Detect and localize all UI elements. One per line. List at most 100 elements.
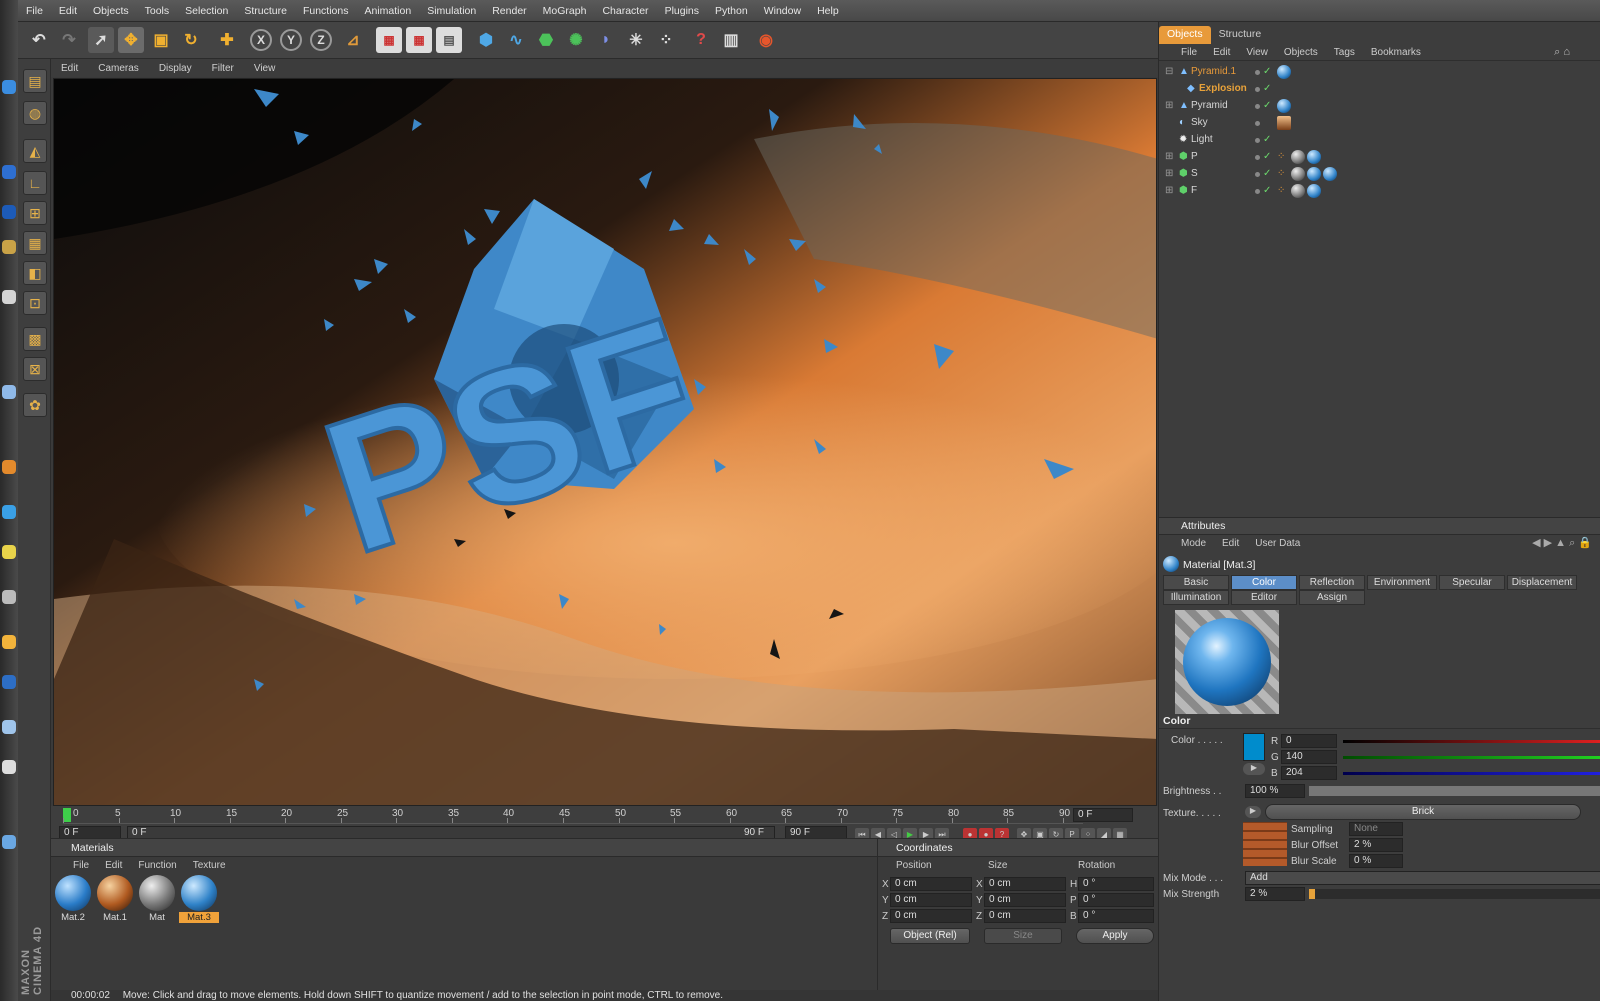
menu-help[interactable]: Help	[809, 5, 847, 17]
y-axis-lock-icon[interactable]: Y	[280, 29, 302, 51]
material-swatch[interactable]: Mat	[137, 875, 177, 925]
coordinate-mode-select[interactable]: Object (Rel)	[890, 928, 970, 944]
mix-strength-field[interactable]: 2 %	[1245, 887, 1305, 901]
points-mode-icon[interactable]: ⊞	[23, 201, 47, 225]
menu-edit[interactable]: Edit	[51, 5, 85, 17]
render-settings-icon[interactable]: ▤	[436, 27, 462, 53]
menu-tools[interactable]: Tools	[137, 5, 178, 17]
material-tag-icon[interactable]	[1277, 65, 1291, 79]
menu-structure[interactable]: Structure	[236, 5, 295, 17]
object-row-f[interactable]: ⊞ ⬢ F ✓ ⁘	[1165, 183, 1595, 200]
brightness-field[interactable]: 100 %	[1245, 784, 1305, 798]
menu-plugins[interactable]: Plugins	[657, 5, 707, 17]
enabled-check-icon[interactable]: ✓	[1263, 168, 1271, 179]
obj-menu-file[interactable]: File	[1173, 47, 1205, 58]
dock-app-icon[interactable]	[2, 635, 16, 649]
edges-mode-icon[interactable]: ▦	[23, 231, 47, 255]
texture-button[interactable]: Brick	[1265, 804, 1581, 820]
b-slider[interactable]	[1343, 772, 1600, 775]
enabled-check-icon[interactable]: ✓	[1263, 185, 1271, 196]
scene-icon[interactable]: ✳	[623, 27, 649, 53]
menu-objects[interactable]: Objects	[85, 5, 137, 17]
sampling-select[interactable]: None	[1349, 822, 1403, 836]
dock-app-icon[interactable]	[2, 460, 16, 474]
enabled-check-icon[interactable]: ✓	[1263, 134, 1271, 145]
object-row-p[interactable]: ⊞ ⬢ P ✓ ⁘	[1165, 149, 1595, 166]
vp-menu-edit[interactable]: Edit	[51, 63, 88, 74]
obj-menu-objects[interactable]: Objects	[1276, 47, 1326, 58]
tab-objects[interactable]: Objects	[1159, 26, 1211, 44]
expand-icon[interactable]: ⊞	[1165, 185, 1173, 196]
size-z-field[interactable]: 0 cm	[984, 909, 1066, 923]
dock-app-icon[interactable]	[2, 165, 16, 179]
tab-assign[interactable]: Assign	[1299, 590, 1365, 605]
coordinate-system-icon[interactable]: ⊿	[340, 27, 366, 53]
expand-icon[interactable]: ⊞	[1165, 168, 1173, 179]
enabled-check-icon[interactable]: ✓	[1263, 66, 1271, 77]
material-tag-icon[interactable]	[1307, 167, 1321, 181]
help-icon[interactable]: ?	[688, 27, 714, 53]
menu-animation[interactable]: Animation	[356, 5, 419, 17]
playhead-marker[interactable]	[63, 808, 71, 822]
workplane-icon[interactable]: ⊠	[23, 357, 47, 381]
visibility-dot[interactable]	[1255, 155, 1260, 160]
polygons-mode-icon[interactable]: ◧	[23, 261, 47, 285]
object-name[interactable]: Explosion	[1199, 83, 1247, 94]
r-slider[interactable]	[1343, 740, 1600, 743]
enabled-check-icon[interactable]: ✓	[1263, 100, 1271, 111]
obj-menu-edit[interactable]: Edit	[1205, 47, 1238, 58]
mix-strength-slider[interactable]	[1309, 889, 1600, 899]
object-name[interactable]: S	[1191, 168, 1198, 179]
enabled-check-icon[interactable]: ✓	[1263, 83, 1271, 94]
dock-app-icon[interactable]	[2, 80, 16, 94]
object-row-sky[interactable]: ◐ Sky	[1165, 115, 1595, 132]
deformer-icon[interactable]: ◗	[593, 27, 619, 53]
object-name[interactable]: Light	[1191, 134, 1213, 145]
size-x-field[interactable]: 0 cm	[984, 877, 1066, 891]
mograph-cloner-icon[interactable]: ✺	[563, 27, 589, 53]
visibility-dot[interactable]	[1255, 87, 1260, 92]
material-tag-icon[interactable]	[1291, 184, 1305, 198]
menu-selection[interactable]: Selection	[177, 5, 236, 17]
dock-app-icon[interactable]	[2, 760, 16, 774]
object-row-explosion[interactable]: ◆ Explosion ✓	[1165, 81, 1595, 98]
materials-menu-file[interactable]: File	[65, 860, 97, 871]
object-row-pyramid[interactable]: ⊞ ▲ Pyramid ✓	[1165, 98, 1595, 115]
tab-reflection[interactable]: Reflection	[1299, 575, 1365, 590]
tab-illumination[interactable]: Illumination	[1163, 590, 1229, 605]
visibility-dot[interactable]	[1255, 104, 1260, 109]
materials-menu-texture[interactable]: Texture	[185, 860, 234, 871]
move-tool-icon[interactable]: ✥	[118, 27, 144, 53]
redo-icon[interactable]: ↷	[56, 27, 82, 53]
menu-render[interactable]: Render	[484, 5, 534, 17]
phong-tag-icon[interactable]: ⁘	[1277, 168, 1285, 179]
apply-button[interactable]: Apply	[1076, 928, 1154, 944]
material-swatch[interactable]: Mat.1	[95, 875, 135, 925]
tab-color[interactable]: Color	[1231, 575, 1297, 590]
tab-basic[interactable]: Basic	[1163, 575, 1229, 590]
object-name[interactable]: Pyramid	[1191, 100, 1228, 111]
object-name[interactable]: P	[1191, 151, 1198, 162]
dock-app-icon[interactable]	[2, 835, 16, 849]
object-row-light[interactable]: ✹ Light ✓	[1165, 132, 1595, 149]
target-icon[interactable]: ◉	[753, 27, 779, 53]
attr-nav-icons[interactable]: ◀ ▶ ▲ ⌕ 🔒	[1532, 536, 1592, 550]
blur-offset-field[interactable]: 2 %	[1349, 838, 1403, 852]
vp-menu-filter[interactable]: Filter	[202, 63, 244, 74]
phong-tag-icon[interactable]: ⁘	[1277, 185, 1285, 196]
enabled-check-icon[interactable]: ✓	[1263, 151, 1271, 162]
spline-icon[interactable]: ∿	[503, 27, 529, 53]
object-row-s[interactable]: ⊞ ⬢ S ✓ ⁘	[1165, 166, 1595, 183]
size-mode-select[interactable]: Size	[984, 928, 1062, 944]
material-tag-icon[interactable]	[1307, 184, 1321, 198]
b-value-field[interactable]: 204	[1281, 766, 1337, 780]
3d-viewport[interactable]: PSF	[53, 78, 1157, 806]
color-swatch[interactable]	[1243, 733, 1265, 761]
texture-options-icon[interactable]: ▶	[1245, 806, 1261, 818]
dock-app-icon[interactable]	[2, 505, 16, 519]
menu-python[interactable]: Python	[707, 5, 756, 17]
visibility-dot[interactable]	[1255, 121, 1260, 126]
material-tag-icon[interactable]	[1291, 150, 1305, 164]
texture-mode-icon[interactable]: ▩	[23, 327, 47, 351]
size-y-field[interactable]: 0 cm	[984, 893, 1066, 907]
